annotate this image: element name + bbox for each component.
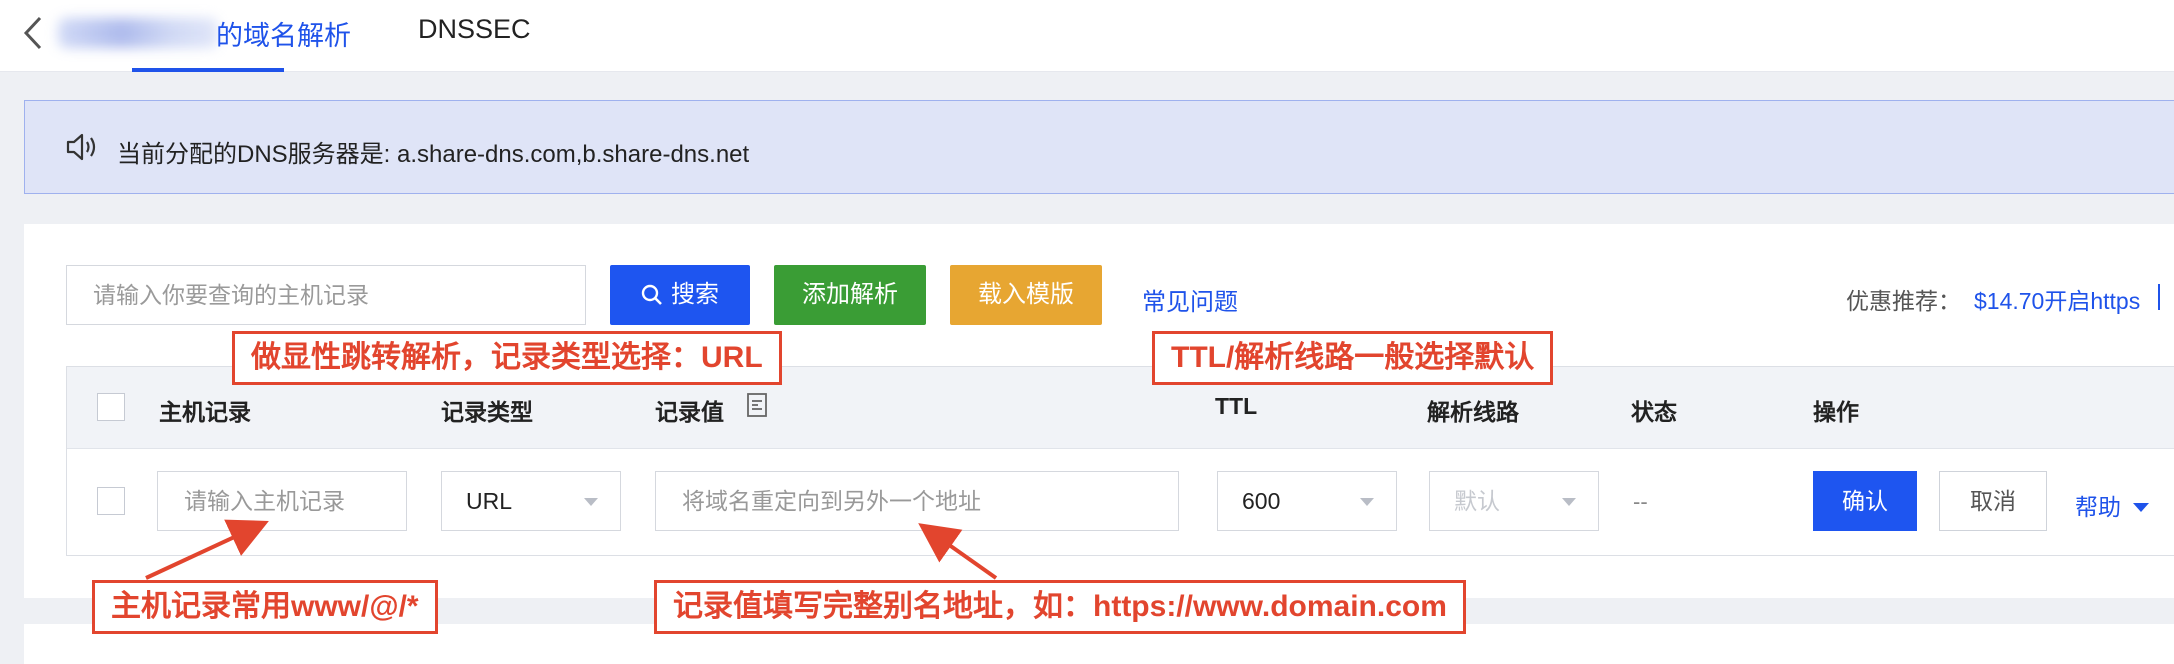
ttl-value: 600	[1242, 488, 1281, 514]
column-status: 状态	[1631, 399, 1677, 425]
dns-server-notice: 当前分配的DNS服务器是: a.share-dns.com,b.share-dn…	[24, 100, 2174, 194]
chevron-down-icon	[1562, 498, 1576, 506]
help-dropdown[interactable]: 帮助	[2075, 488, 2149, 522]
active-tab-indicator	[132, 68, 284, 72]
records-table: 主机记录 记录类型 记录值 TTL 解析线路 状态 操作 请输入主机记录 URL…	[66, 366, 2174, 556]
column-ttl: TTL	[1215, 393, 1258, 419]
back-arrow-icon[interactable]	[22, 14, 46, 52]
chevron-down-icon	[584, 498, 598, 506]
ttl-select[interactable]: 600	[1217, 471, 1397, 531]
record-value-info-icon[interactable]	[747, 393, 767, 417]
blurred-domain-name	[58, 18, 218, 48]
search-icon	[641, 284, 662, 305]
annotation-record-value: 记录值填写完整别名地址，如：https://www.domain.com	[654, 580, 1466, 634]
tab-dns-resolution[interactable]: 的域名解析	[216, 14, 351, 53]
search-button[interactable]: 搜索	[610, 265, 750, 325]
resolution-line-select[interactable]: 默认	[1429, 471, 1599, 531]
cancel-button[interactable]: 取消	[1939, 471, 2047, 531]
annotation-ttl-line: TTL/解析线路一般选择默认	[1152, 331, 1554, 385]
host-record-input[interactable]: 请输入主机记录	[157, 471, 407, 531]
promo-label: 优惠推荐：	[1846, 288, 1961, 314]
search-input[interactable]	[66, 265, 586, 325]
chevron-down-icon	[1360, 498, 1374, 506]
record-type-value: URL	[466, 488, 513, 514]
annotation-record-type: 做显性跳转解析，记录类型选择：URL	[232, 331, 782, 385]
speaker-icon	[66, 133, 96, 161]
promo-divider	[2158, 284, 2160, 310]
row-checkbox[interactable]	[97, 487, 125, 515]
column-type: 记录类型	[441, 399, 533, 425]
column-actions: 操作	[1813, 399, 1859, 425]
column-host: 主机记录	[159, 399, 251, 425]
tab-dnssec[interactable]: DNSSEC	[418, 14, 531, 45]
status-value: --	[1633, 489, 1648, 514]
dns-server-text: 当前分配的DNS服务器是: a.share-dns.com,b.share-dn…	[117, 141, 750, 168]
record-value-input[interactable]: 将域名重定向到另外一个地址	[655, 471, 1179, 531]
help-label: 帮助	[2075, 494, 2121, 520]
load-template-button[interactable]: 载入模版	[950, 265, 1102, 325]
faq-link[interactable]: 常见问题	[1142, 282, 1238, 317]
https-promo-link[interactable]: $14.70开启https	[1974, 282, 2140, 316]
search-button-label: 搜索	[671, 281, 719, 308]
column-line: 解析线路	[1427, 399, 1519, 425]
top-bar: 的域名解析 DNSSEC	[0, 0, 2174, 72]
select-all-checkbox[interactable]	[97, 393, 125, 421]
record-type-select[interactable]: URL	[441, 471, 621, 531]
add-record-button[interactable]: 添加解析	[774, 265, 926, 325]
column-value: 记录值	[655, 399, 724, 425]
resolution-line-value: 默认	[1454, 488, 1500, 514]
annotation-host-record: 主机记录常用www/@/*	[92, 580, 438, 634]
caret-down-icon	[2133, 503, 2149, 512]
confirm-button[interactable]: 确认	[1813, 471, 1917, 531]
